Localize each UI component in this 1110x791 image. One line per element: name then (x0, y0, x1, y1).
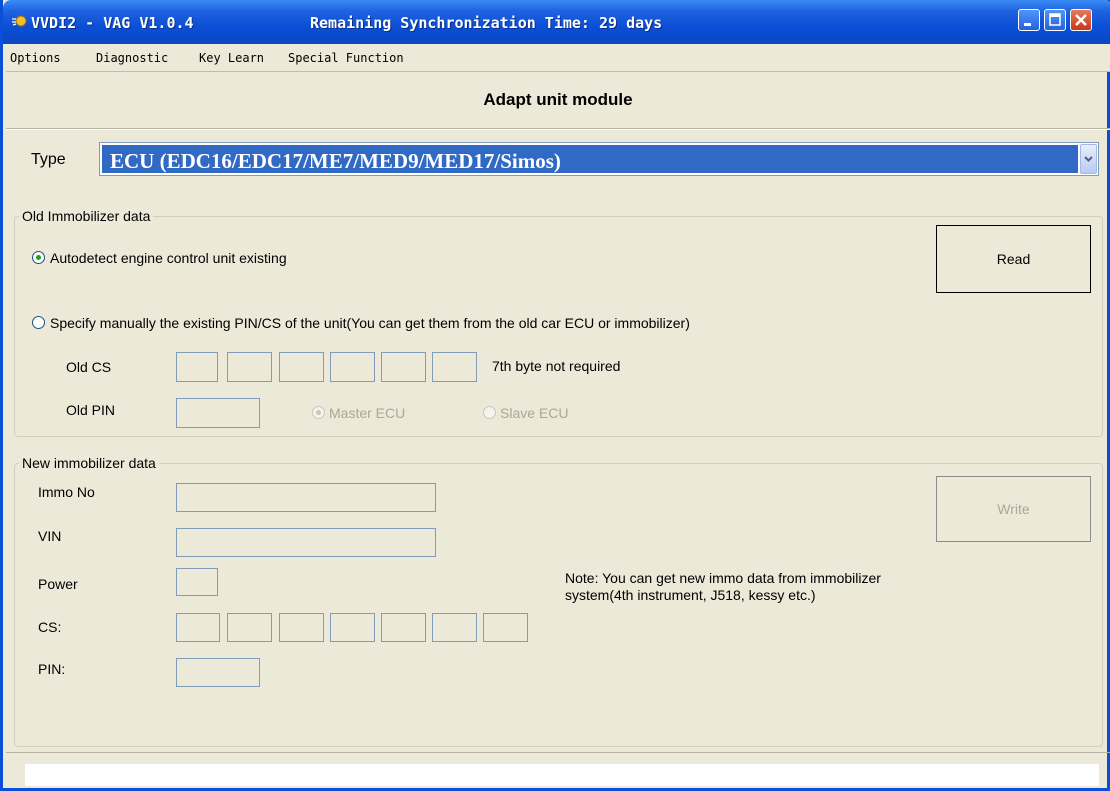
status-bar (6, 752, 1110, 789)
close-icon (1075, 14, 1087, 26)
old-cs-note: 7th byte not required (492, 358, 621, 374)
chevron-down-icon (1084, 156, 1093, 162)
autodetect-label[interactable]: Autodetect engine control unit existing (50, 250, 287, 266)
old-cs-label: Old CS (66, 359, 112, 375)
old-cs-byte-1[interactable] (176, 352, 218, 382)
read-button[interactable]: Read (936, 225, 1091, 293)
cs-byte-6[interactable] (432, 613, 477, 642)
slave-ecu-label[interactable]: Slave ECU (500, 405, 568, 421)
cs-label: CS: (38, 619, 62, 635)
write-button[interactable]: Write (936, 476, 1091, 542)
type-label: Type (31, 151, 66, 168)
manual-label[interactable]: Specify manually the existing PIN/CS of … (50, 315, 690, 331)
cs-byte-1[interactable] (176, 613, 220, 642)
close-button[interactable] (1070, 9, 1092, 31)
old-cs-byte-3[interactable] (279, 352, 324, 382)
old-cs-byte-5[interactable] (381, 352, 426, 382)
cs-byte-7[interactable] (483, 613, 528, 642)
immo-no-field[interactable] (176, 483, 436, 512)
pin-label: PIN: (38, 661, 66, 677)
maximize-button[interactable] (1044, 9, 1066, 31)
immo-note: Note: You can get new immo data from imm… (565, 570, 881, 603)
minimize-icon (1024, 23, 1031, 26)
master-ecu-radio[interactable] (312, 406, 325, 419)
radio-selected-dot (316, 410, 321, 415)
new-immobilizer-legend: New immobilizer data (19, 455, 159, 471)
master-ecu-label[interactable]: Master ECU (329, 405, 405, 421)
page-title: Adapt unit module (483, 90, 633, 109)
cs-byte-4[interactable] (330, 613, 375, 642)
menu-diagnostic[interactable]: Diagnostic (96, 51, 168, 65)
cs-byte-5[interactable] (381, 613, 426, 642)
sync-time-text: Remaining Synchronization Time: 29 days (310, 14, 663, 32)
power-label: Power (38, 576, 78, 592)
type-selected-highlight: ECU (EDC16/EDC17/ME7/MED9/MED17/Simos) (102, 145, 1078, 173)
app-icon (12, 15, 27, 27)
cs-byte-2[interactable] (227, 613, 272, 642)
old-pin-label: Old PIN (66, 402, 116, 418)
title-bar[interactable]: VVDI2 - VAG V1.0.4 Remaining Synchroniza… (3, 0, 1110, 44)
app-window: VVDI2 - VAG V1.0.4 Remaining Synchroniza… (0, 0, 1110, 791)
window-title: VVDI2 - VAG V1.0.4 (31, 14, 194, 32)
status-field (25, 764, 1099, 786)
old-cs-byte-4[interactable] (330, 352, 375, 382)
slave-ecu-radio[interactable] (483, 406, 496, 419)
menu-key-learn[interactable]: Key Learn (199, 51, 264, 65)
vin-field[interactable] (176, 528, 436, 557)
cs-byte-3[interactable] (279, 613, 324, 642)
old-cs-byte-2[interactable] (227, 352, 272, 382)
power-field[interactable] (176, 568, 218, 596)
radio-selected-dot (36, 255, 41, 260)
old-pin-field[interactable] (176, 398, 260, 428)
menu-special-function[interactable]: Special Function (288, 51, 404, 65)
pin-field[interactable] (176, 658, 260, 687)
type-dropdown-button[interactable] (1080, 144, 1097, 174)
type-selected-value: ECU (EDC16/EDC17/ME7/MED9/MED17/Simos) (110, 149, 561, 173)
minimize-button[interactable] (1018, 9, 1040, 31)
type-select[interactable]: ECU (EDC16/EDC17/ME7/MED9/MED17/Simos) (99, 142, 1099, 176)
maximize-icon (1049, 13, 1061, 26)
menu-options[interactable]: Options (10, 51, 61, 65)
old-immobilizer-legend: Old Immobilizer data (19, 208, 154, 224)
immo-no-label: Immo No (38, 484, 95, 500)
old-cs-byte-6[interactable] (432, 352, 477, 382)
vin-label: VIN (38, 528, 62, 544)
menu-bar: Options Diagnostic Key Learn Special Fun… (6, 44, 1110, 72)
manual-radio[interactable] (32, 316, 45, 329)
autodetect-radio[interactable] (32, 251, 45, 264)
page-header: Adapt unit module (6, 72, 1110, 129)
